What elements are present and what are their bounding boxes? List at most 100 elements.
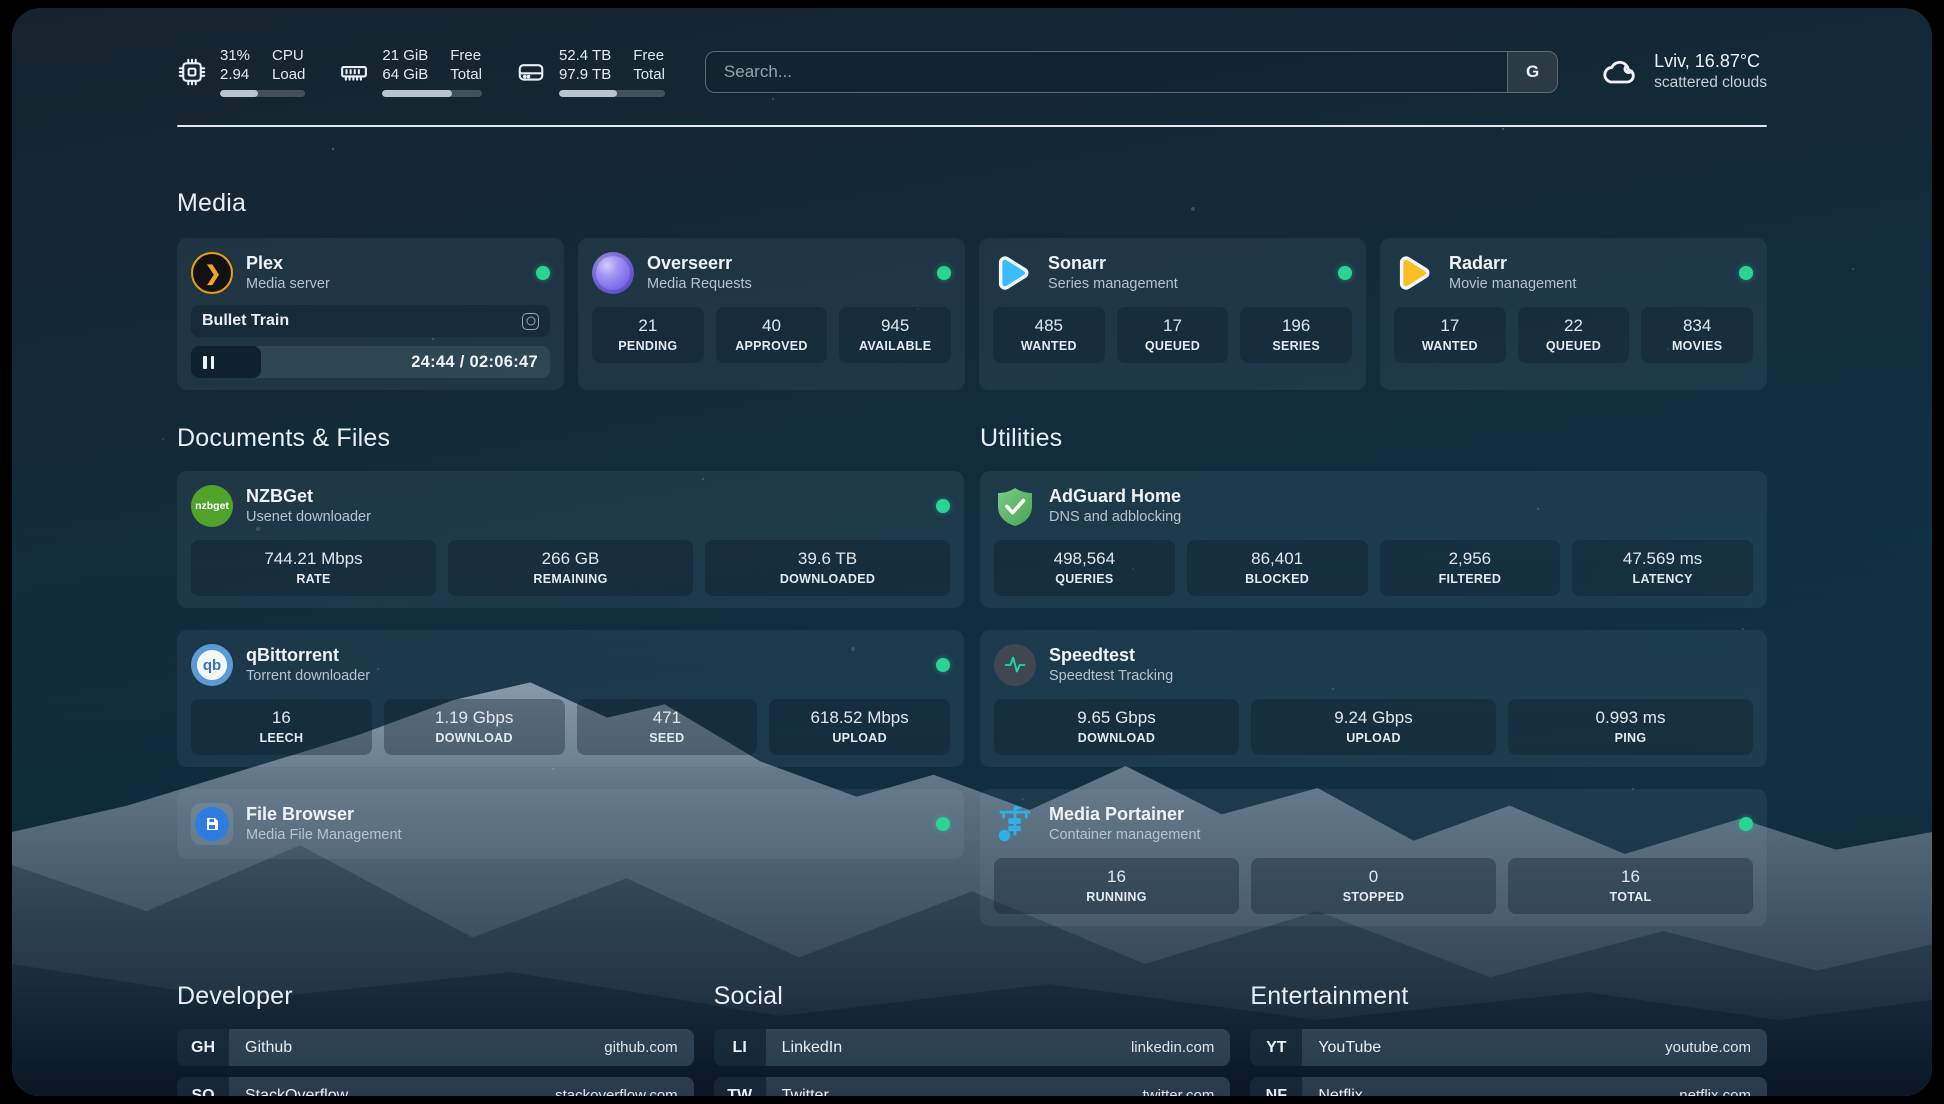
bookmark-youtube[interactable]: YT YouTube youtube.com (1250, 1029, 1767, 1066)
cpu-icon (177, 57, 207, 87)
media-grid: ❯ Plex Media server Bullet Train 24:44 / (177, 238, 1767, 390)
disk-progress-fill (559, 90, 617, 97)
stat-value: 485 (997, 315, 1101, 337)
cpu-usage-value: 31% (220, 46, 250, 65)
stat-label: PENDING (596, 337, 700, 355)
card-plex[interactable]: ❯ Plex Media server Bullet Train 24:44 / (177, 238, 564, 390)
stat-label: BLOCKED (1191, 570, 1364, 588)
bookmark-stackoverflow[interactable]: SO StackOverflow stackoverflow.com (177, 1077, 694, 1096)
cpu-stat: 31% 2.94 CPU Load (177, 46, 305, 97)
app-subtitle: Media File Management (246, 826, 402, 845)
cpu-label: CPU (272, 46, 305, 65)
app-name: qBittorrent (246, 644, 370, 667)
stat-value: 266 GB (452, 548, 689, 570)
stat-value: 47.569 ms (1576, 548, 1749, 570)
stat-label: PING (1512, 729, 1749, 747)
stat-tile: 2,956 FILTERED (1380, 540, 1561, 596)
stat-tile: 47.569 ms LATENCY (1572, 540, 1753, 596)
bookmark-abbr: GH (177, 1029, 229, 1066)
cpu-progress-fill (220, 90, 258, 97)
search-bar: G (705, 51, 1558, 93)
header-divider (177, 125, 1767, 127)
card-qbittorrent[interactable]: qb qBittorrent Torrent downloader 16 LEE… (177, 630, 964, 767)
stat-tile: 498,564 QUERIES (994, 540, 1175, 596)
radarr-icon (1394, 252, 1436, 294)
stat-value: 744.21 Mbps (195, 548, 432, 570)
app-subtitle: DNS and adblocking (1049, 508, 1181, 527)
stat-tile: 17 QUEUED (1117, 307, 1229, 363)
stat-value: 17 (1121, 315, 1225, 337)
stat-value: 2,956 (1384, 548, 1557, 570)
stat-value: 39.6 TB (709, 548, 946, 570)
camera-icon[interactable] (522, 313, 539, 330)
card-portainer[interactable]: Media Portainer Container management 16 … (980, 789, 1767, 926)
app-subtitle: Usenet downloader (246, 508, 371, 527)
cloud-icon (1600, 52, 1640, 92)
app-name: NZBGet (246, 485, 371, 508)
stat-tile: 21 PENDING (592, 307, 704, 363)
player-progress-track: 24:44 / 02:06:47 (191, 346, 550, 378)
stat-tile: 40 APPROVED (716, 307, 828, 363)
stat-tile: 196 SERIES (1240, 307, 1352, 363)
status-dot (936, 658, 950, 672)
card-overseerr[interactable]: Overseerr Media Requests 21 PENDING 40 A… (578, 238, 965, 390)
status-dot (1739, 817, 1753, 831)
bookmark-name: LinkedIn (766, 1029, 843, 1066)
search-engine-button[interactable]: G (1507, 52, 1557, 92)
card-speedtest[interactable]: Speedtest Speedtest Tracking 9.65 Gbps D… (980, 630, 1767, 767)
stat-tile: 1.19 Gbps DOWNLOAD (384, 699, 565, 755)
card-adguard[interactable]: AdGuard Home DNS and adblocking 498,564 … (980, 471, 1767, 608)
bookmark-url: github.com (604, 1029, 693, 1066)
stat-value: 21 (596, 315, 700, 337)
stat-value: 196 (1244, 315, 1348, 337)
section-title-documents: Documents & Files (177, 424, 964, 453)
app-subtitle: Container management (1049, 826, 1201, 845)
pause-icon[interactable] (203, 356, 214, 369)
status-dot (937, 266, 951, 280)
bookmark-twitter[interactable]: TW Twitter twitter.com (714, 1077, 1231, 1096)
disk-free-label: Free (633, 46, 665, 65)
app-name: Plex (246, 252, 330, 275)
stat-value: 1.19 Gbps (388, 707, 561, 729)
stat-label: UPLOAD (773, 729, 946, 747)
stat-value: 16 (998, 866, 1235, 888)
now-playing-row: Bullet Train (191, 305, 550, 337)
bookmark-name: Netflix (1302, 1077, 1362, 1096)
stat-tile: 17 WANTED (1394, 307, 1506, 363)
section-title-social: Social (714, 982, 1231, 1011)
bookmark-abbr: SO (177, 1077, 229, 1096)
bookmark-group-developer: Developer GH Github github.com SO StackO… (177, 982, 694, 1096)
bookmark-url: youtube.com (1665, 1029, 1767, 1066)
bookmark-url: netflix.com (1679, 1077, 1767, 1096)
ram-progress-fill (382, 90, 452, 97)
card-radarr[interactable]: Radarr Movie management 17 WANTED 22 QUE… (1380, 238, 1767, 390)
bookmark-group-social: Social LI LinkedIn linkedin.com TW Twitt… (714, 982, 1231, 1096)
stat-label: SERIES (1244, 337, 1348, 355)
cpu-load-label: Load (272, 65, 305, 84)
player-time: 24:44 / 02:06:47 (411, 346, 538, 378)
stat-label: DOWNLOAD (998, 729, 1235, 747)
bookmark-netflix[interactable]: NF Netflix netflix.com (1250, 1077, 1767, 1096)
bookmark-abbr: LI (714, 1029, 766, 1066)
adguard-icon (994, 485, 1036, 527)
bookmark-abbr: YT (1250, 1029, 1302, 1066)
ram-progress-track (382, 90, 482, 97)
stat-value: 0 (1255, 866, 1492, 888)
filebrowser-icon (191, 803, 233, 845)
stat-value: 834 (1645, 315, 1749, 337)
bookmark-linkedin[interactable]: LI LinkedIn linkedin.com (714, 1029, 1231, 1066)
stat-tile: 744.21 Mbps RATE (191, 540, 436, 596)
bookmark-url: twitter.com (1143, 1077, 1231, 1096)
stat-label: LATENCY (1576, 570, 1749, 588)
card-nzbget[interactable]: nzbget NZBGet Usenet downloader 744.21 M… (177, 471, 964, 608)
card-sonarr[interactable]: Sonarr Series management 485 WANTED 17 Q… (979, 238, 1366, 390)
card-filebrowser[interactable]: File Browser Media File Management (177, 789, 964, 859)
disk-free-value: 52.4 TB (559, 46, 611, 65)
weather-condition: scattered clouds (1654, 73, 1767, 93)
stat-label: UPLOAD (1255, 729, 1492, 747)
app-subtitle: Media Requests (647, 275, 752, 294)
bookmark-abbr: TW (714, 1077, 766, 1096)
search-input[interactable] (706, 52, 1507, 92)
bookmark-github[interactable]: GH Github github.com (177, 1029, 694, 1066)
stat-value: 618.52 Mbps (773, 707, 946, 729)
